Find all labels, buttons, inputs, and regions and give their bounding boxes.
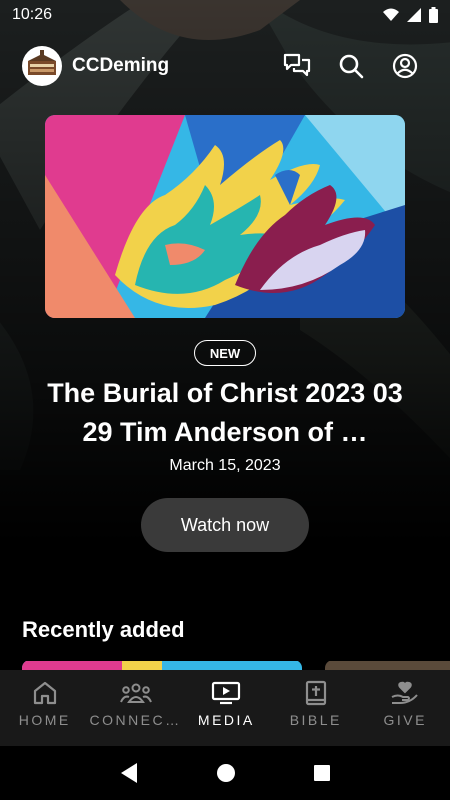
battery-icon	[429, 7, 438, 23]
app-header: CCDeming	[22, 44, 428, 88]
recents-icon[interactable]	[313, 764, 331, 782]
tab-connect[interactable]: CONNEC…	[89, 670, 181, 746]
home-icon	[33, 681, 56, 705]
system-nav-bar	[0, 746, 450, 800]
tab-give[interactable]: GIVE	[361, 670, 450, 746]
profile-icon[interactable]	[390, 51, 420, 81]
hero-date: March 15, 2023	[169, 457, 281, 474]
tv-play-icon	[212, 681, 241, 705]
status-time: 10:26	[12, 6, 53, 23]
cellular-signal-icon	[407, 8, 421, 22]
app-name: CCDeming	[72, 55, 170, 76]
tab-connect-label: CONNEC…	[89, 712, 182, 728]
watch-now-button[interactable]: Watch now	[141, 498, 309, 552]
hero-title: The Burial of Christ 2023 03 29 Tim Ande…	[47, 378, 403, 447]
search-icon[interactable]	[336, 51, 366, 81]
home-circle-icon[interactable]	[216, 763, 236, 783]
tab-bible[interactable]: BIBLE	[271, 670, 360, 746]
chat-icon[interactable]	[282, 51, 312, 81]
wifi-icon	[383, 8, 399, 21]
tab-media[interactable]: MEDIA	[182, 670, 271, 746]
new-badge: NEW	[194, 340, 256, 366]
bible-icon	[305, 680, 326, 706]
back-icon[interactable]	[119, 762, 139, 784]
recently-added-heading: Recently added	[22, 617, 185, 642]
heart-hand-icon	[391, 681, 419, 704]
group-icon	[119, 683, 152, 703]
tab-give-label: GIVE	[383, 712, 427, 728]
hero-thumbnail[interactable]	[45, 115, 405, 318]
tab-home-label: HOME	[18, 712, 71, 728]
status-bar: 10:26	[0, 0, 450, 30]
tab-home[interactable]: HOME	[0, 670, 89, 746]
tab-bible-label: BIBLE	[289, 712, 342, 728]
bottom-tab-bar: HOME CONNEC… MEDIA BIBLE GIVE	[0, 670, 450, 746]
church-logo[interactable]	[22, 46, 62, 86]
tab-media-label: MEDIA	[197, 712, 255, 728]
